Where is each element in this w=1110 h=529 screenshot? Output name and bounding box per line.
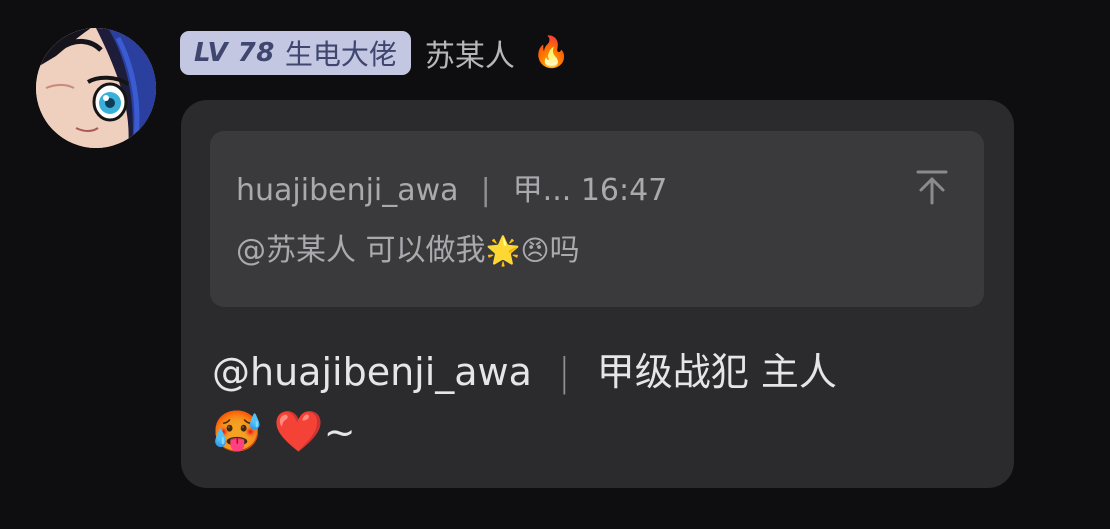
quoted-author-title: 甲... (512, 173, 572, 208)
separator: | (557, 350, 571, 394)
avatar[interactable] (36, 28, 156, 148)
chat-message-root: LV 78 生电大佬 苏某人 🔥 huajibenji_awa | 甲... 16:… (0, 0, 1110, 529)
scroll-to-top-icon[interactable] (914, 167, 950, 207)
message-text: @huajibenji_awa | 甲级战犯 主人 🥵 ❤️~ (212, 342, 992, 462)
hot-face-emoji-icon: 🥵 (212, 409, 262, 455)
quoted-author: huajibenji_awa (236, 173, 459, 208)
avatar-anime-face-icon (36, 28, 156, 148)
star-emoji-icon: 🌟 (485, 234, 521, 267)
quoted-reply-meta: huajibenji_awa | 甲... 16:47 (236, 165, 667, 209)
angry-face-emoji-icon: 😠 (520, 234, 550, 267)
red-heart-emoji-icon: ❤️ (273, 409, 324, 455)
quoted-text: @苏某人 可以做我🌟😠吗 (236, 225, 580, 269)
quoted-mention: @苏某人 (236, 233, 356, 268)
member-title: 生电大佬 (284, 38, 397, 71)
message-header: LV 78 生电大佬 苏某人 🔥 (180, 30, 570, 76)
quoted-body: 可以做我 (365, 233, 486, 268)
quoted-time: 16:47 (580, 173, 668, 208)
message-mention[interactable]: @huajibenji_awa (212, 350, 532, 394)
message-body: 主人 (760, 350, 837, 394)
separator: | (480, 173, 491, 208)
quoted-suffix: 吗 (549, 233, 580, 268)
mention-title: 甲级战犯 (596, 350, 749, 394)
fire-icon: 🔥 (532, 35, 571, 70)
level-badge[interactable]: LV 78 生电大佬 (180, 31, 411, 75)
sender-name[interactable]: 苏某人 (425, 31, 515, 75)
message-tail: ~ (323, 410, 356, 454)
message-bubble[interactable]: huajibenji_awa | 甲... 16:47 @苏某人 可以做我🌟😠吗 @… (181, 100, 1014, 488)
quoted-reply[interactable]: huajibenji_awa | 甲... 16:47 @苏某人 可以做我🌟😠吗 (210, 131, 984, 307)
level-number: LV 78 (194, 38, 275, 68)
